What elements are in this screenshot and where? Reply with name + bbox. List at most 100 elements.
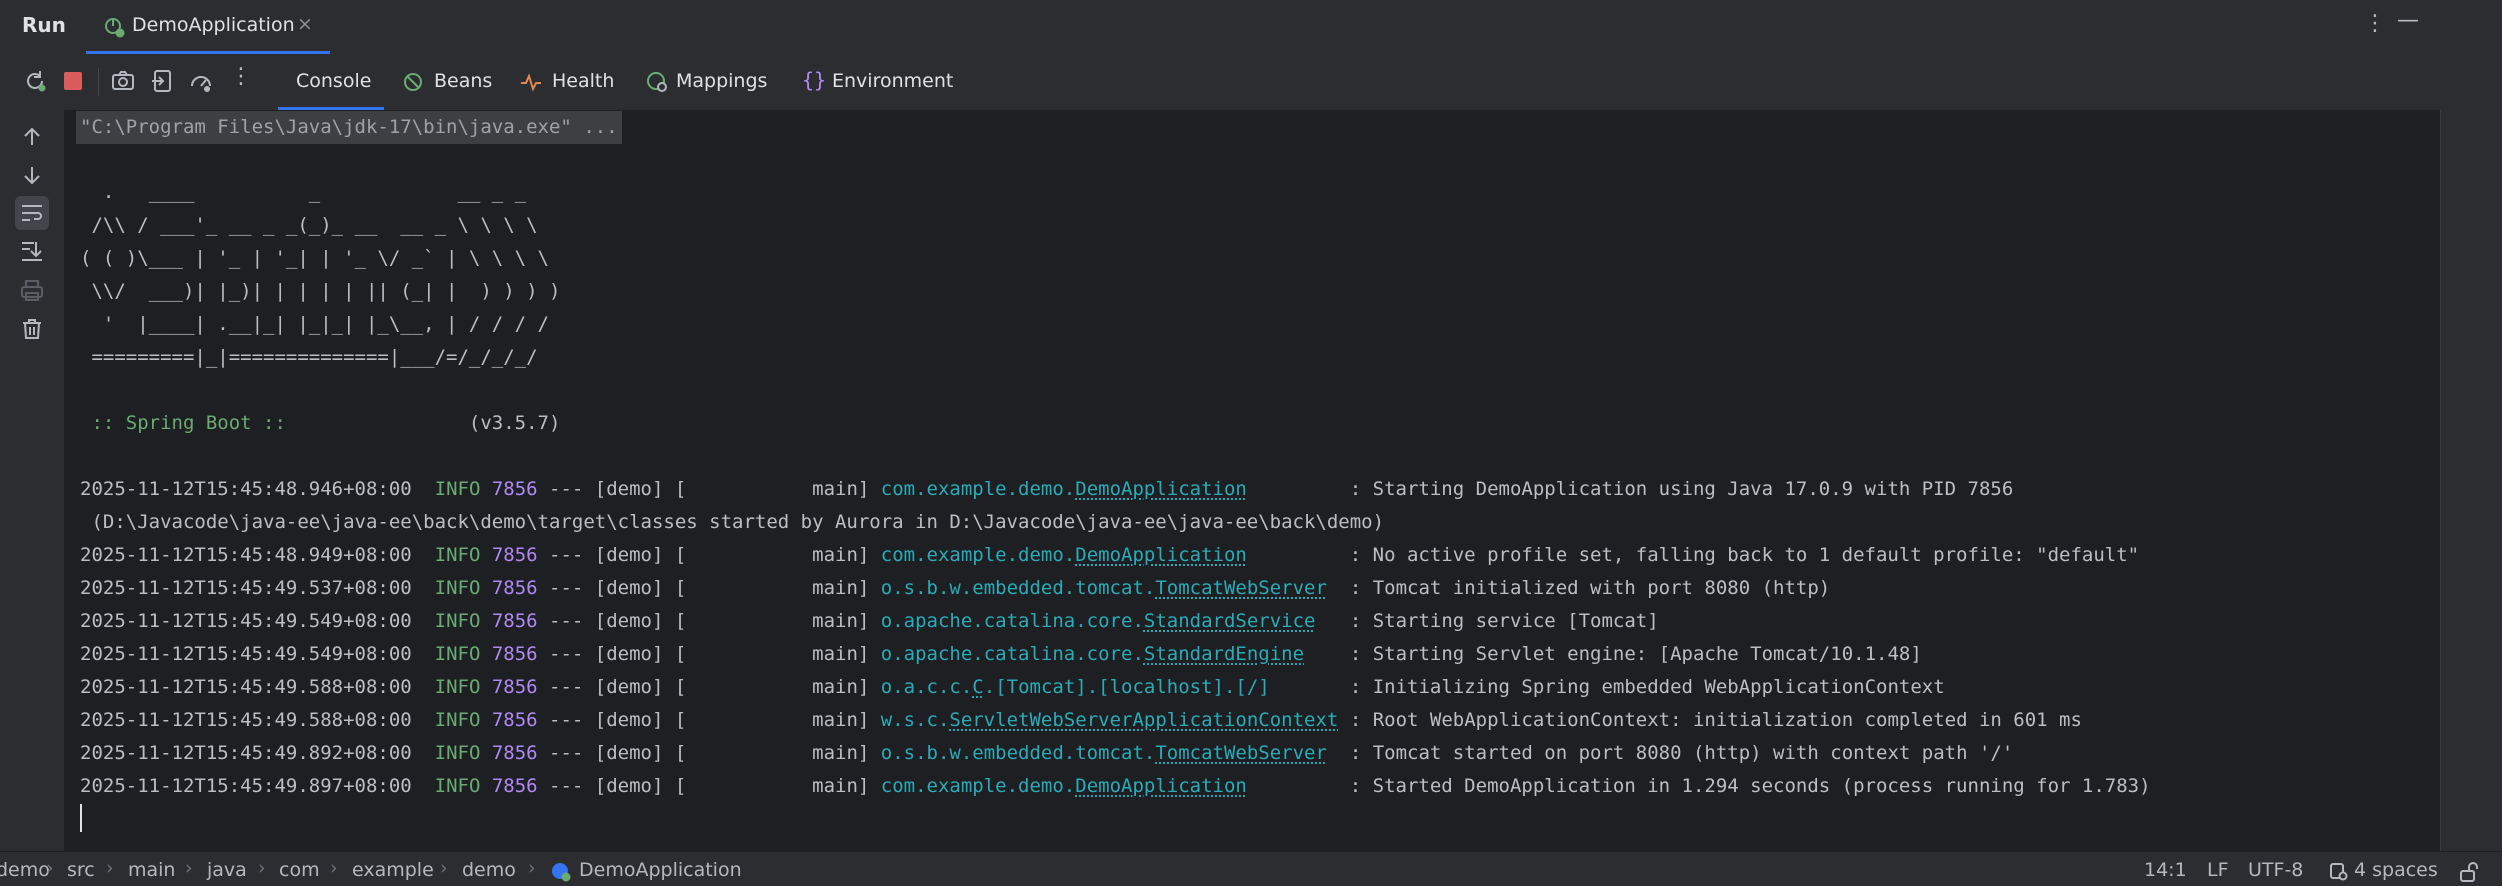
log-message: : Initializing Spring embedded WebApplic…	[1349, 676, 1945, 698]
log-timestamp: 2025-11-12T15:45:49.588+08:00	[80, 709, 412, 731]
log-logger-class-link[interactable]: TomcatWebServer	[1155, 742, 1327, 764]
line-ending[interactable]: LF	[2207, 859, 2229, 881]
more-actions-icon[interactable]: ⋮	[230, 64, 256, 90]
status-bar: demo › src › main › java › com › example…	[0, 851, 2502, 886]
spring-boot-version-line: :: Spring Boot :: (v3.5.7)	[80, 407, 560, 440]
log-padding	[1247, 478, 1350, 500]
log-timestamp: 2025-11-12T15:45:48.946+08:00	[80, 478, 412, 500]
log-thread: --- [demo] [ main]	[537, 577, 881, 599]
log-pid: 7856	[491, 676, 538, 698]
log-pid: 7856	[491, 709, 538, 731]
log-padding	[1338, 709, 1349, 731]
arrow-up-icon[interactable]	[19, 124, 45, 150]
log-level: INFO	[434, 577, 481, 599]
log-logger-package: com.example.demo.	[880, 478, 1076, 500]
log-logger-class-link[interactable]: C	[972, 676, 983, 698]
log-line: 2025-11-12T15:45:49.588+08:00 INFO 7856 …	[80, 704, 2082, 737]
tab-beans[interactable]: Beans	[398, 54, 498, 110]
log-padding	[1304, 643, 1350, 665]
log-padding	[1315, 610, 1349, 632]
tab-environment[interactable]: {} Environment	[802, 54, 962, 110]
caret-position[interactable]: 14:1	[2144, 859, 2187, 881]
log-line: 2025-11-12T15:45:49.588+08:00 INFO 7856 …	[80, 671, 1945, 704]
log-line: 2025-11-12T15:45:49.892+08:00 INFO 7856 …	[80, 737, 2013, 770]
log-level: INFO	[434, 544, 481, 566]
file-encoding[interactable]: UTF-8	[2248, 859, 2303, 881]
minimize-icon[interactable]: —	[2397, 8, 2419, 33]
log-pid: 7856	[491, 742, 538, 764]
breadcrumb-item[interactable]: demo	[0, 859, 50, 881]
log-logger-package: o.apache.catalina.core.	[880, 610, 1144, 632]
breadcrumb-separator: ›	[528, 857, 536, 879]
arrow-down-icon[interactable]	[19, 162, 45, 188]
log-line: 2025-11-12T15:45:49.549+08:00 INFO 7856 …	[80, 638, 1922, 671]
log-logger-class-link[interactable]: StandardEngine	[1144, 643, 1304, 665]
log-logger-class-link[interactable]: TomcatWebServer	[1155, 577, 1327, 599]
breadcrumb-separator: ›	[46, 857, 54, 879]
banner-line: \\/ ___)| |_)| | | | | || (_| | ) ) ) )	[80, 280, 561, 302]
health-icon	[521, 73, 541, 92]
breadcrumb-item[interactable]: main	[128, 859, 175, 881]
indent-setting[interactable]: 4 spaces	[2354, 859, 2438, 881]
console-side-toolbar	[0, 110, 64, 851]
java-command-line[interactable]: "C:\Program Files\Java\jdk-17\bin\java.e…	[76, 111, 622, 144]
breadcrumb-item[interactable]: src	[67, 859, 95, 881]
vertical-scrollbar[interactable]	[2440, 110, 2502, 851]
log-level: INFO	[434, 676, 481, 698]
run-tool-window-title: Run	[22, 13, 66, 37]
log-logger-package: com.example.demo.	[880, 544, 1076, 566]
profiler-icon[interactable]	[188, 68, 214, 94]
banner-line: /\\ / ___'_ __ _ _(_)_ __ __ _ \ \ \ \	[80, 214, 538, 236]
log-timestamp: 2025-11-12T15:45:48.949+08:00	[80, 544, 412, 566]
tab-console[interactable]: Console	[278, 54, 384, 110]
breadcrumb-separator: ›	[258, 857, 266, 879]
mappings-icon	[647, 72, 667, 92]
log-pid: 7856	[491, 643, 538, 665]
log-pid: 7856	[491, 577, 538, 599]
tab-health[interactable]: Health	[518, 54, 618, 110]
log-timestamp: 2025-11-12T15:45:49.588+08:00	[80, 676, 412, 698]
log-timestamp: 2025-11-12T15:45:49.537+08:00	[80, 577, 412, 599]
exit-debug-icon[interactable]	[150, 68, 176, 94]
log-thread: --- [demo] [ main]	[537, 478, 881, 500]
log-timestamp: 2025-11-12T15:45:49.897+08:00	[80, 775, 412, 797]
rerun-icon[interactable]	[22, 68, 48, 94]
log-thread: --- [demo] [ main]	[537, 643, 881, 665]
tab-demo-application[interactable]: DemoApplication ×	[86, 0, 330, 54]
scroll-to-end-icon[interactable]	[19, 238, 45, 264]
tab-mappings[interactable]: Mappings	[644, 54, 774, 110]
breadcrumb-separator: ›	[185, 857, 193, 879]
log-padding	[1327, 742, 1350, 764]
breadcrumb-item[interactable]: java	[207, 859, 247, 881]
log-thread: --- [demo] [ main]	[537, 709, 881, 731]
breadcrumb-item[interactable]: example	[352, 859, 434, 881]
banner-line: =========|_|==============|___/=/_/_/_/	[80, 346, 538, 368]
log-logger-class-link[interactable]: DemoApplication	[1075, 544, 1247, 566]
log-pid: 7856	[491, 610, 538, 632]
stop-icon[interactable]	[60, 68, 86, 94]
spring-boot-label: :: Spring Boot ::	[80, 412, 298, 434]
log-thread: --- [demo] [ main]	[537, 610, 881, 632]
breadcrumb-item[interactable]: com	[279, 859, 320, 881]
log-logger-class-link[interactable]: DemoApplication	[1075, 478, 1247, 500]
soft-wrap-icon[interactable]	[15, 196, 49, 230]
log-logger-class-link[interactable]: StandardService	[1144, 610, 1316, 632]
tool-window-header: Run DemoApplication × ⋮ —	[0, 0, 2502, 54]
close-icon[interactable]: ×	[297, 13, 313, 35]
log-logger-class-link[interactable]: DemoApplication	[1075, 775, 1247, 797]
log-logger-class-link[interactable]: ServletWebServerApplicationContext	[949, 709, 1338, 731]
log-thread: --- [demo] [ main]	[537, 775, 881, 797]
lock-icon[interactable]	[2458, 861, 2480, 883]
more-options-icon[interactable]: ⋮	[2364, 11, 2386, 36]
breadcrumb-item[interactable]: demo	[462, 859, 516, 881]
log-logger-package: w.s.c.	[880, 709, 950, 731]
tab-label: DemoApplication	[132, 14, 295, 36]
breadcrumb-separator: ›	[440, 857, 448, 879]
print-icon[interactable]	[19, 278, 45, 304]
log-pid: 7856	[491, 775, 538, 797]
breadcrumb-item[interactable]: DemoApplication	[579, 859, 742, 881]
trash-icon[interactable]	[19, 316, 45, 342]
log-message: : No active profile set, falling back to…	[1349, 544, 2140, 566]
console-output[interactable]: "C:\Program Files\Java\jdk-17\bin\java.e…	[64, 110, 2440, 851]
camera-icon[interactable]	[110, 68, 136, 94]
